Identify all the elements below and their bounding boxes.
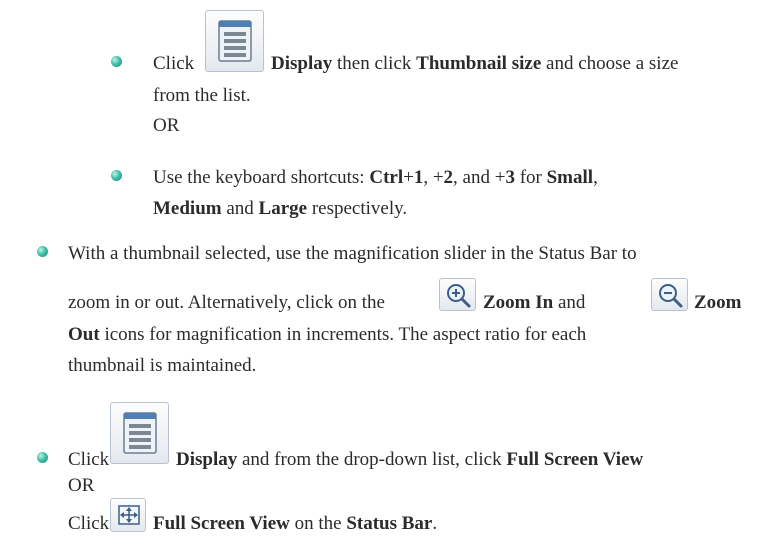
display-label: Display (271, 53, 333, 74)
zoom-in-icon[interactable] (439, 278, 476, 311)
instruction-line: Click (153, 53, 194, 75)
text: . (432, 513, 438, 534)
text: , + (423, 167, 444, 188)
key-1: 1 (413, 167, 424, 188)
instruction-line: from the list. (153, 85, 251, 106)
text: and choose a size (541, 53, 679, 74)
bullet-marker (37, 246, 48, 257)
text: for (514, 167, 547, 188)
text: zoom in or out. Alternatively, click on … (68, 292, 385, 313)
or-label: OR (153, 115, 180, 136)
text: Click (68, 513, 110, 534)
display-label: Display (176, 449, 238, 470)
display-icon[interactable] (110, 402, 169, 464)
bullet-marker (111, 56, 122, 67)
instruction-line: Full Screen View on the Status Bar. (153, 513, 437, 535)
bullet-marker (37, 452, 48, 463)
text: , (593, 167, 598, 188)
instruction-line: Zoom In and (483, 292, 585, 314)
text: icons for magnification in increments. T… (99, 324, 587, 345)
or-label: OR (68, 475, 95, 496)
medium-label: Medium (153, 198, 222, 219)
thumbnail-size-label: Thumbnail size (416, 53, 542, 74)
out-label: Out (68, 324, 100, 345)
instruction-line: Out icons for magnification in increment… (68, 324, 586, 346)
text: , and + (453, 167, 506, 188)
instruction-line: Display and from the drop-down list, cli… (176, 449, 643, 471)
ctrl-key: Ctrl (369, 167, 404, 188)
full-screen-icon[interactable] (110, 498, 146, 532)
instruction-line: Click (68, 513, 109, 535)
small-label: Small (546, 167, 594, 188)
large-label: Large (258, 198, 308, 219)
full-screen-view-label: Full Screen View (506, 449, 644, 470)
status-bar-label: Status Bar (346, 513, 433, 534)
text: Use the keyboard shortcuts: (153, 167, 370, 188)
text: on the (289, 513, 347, 534)
bullet-marker (111, 170, 122, 181)
text: and from the drop-down list, click (237, 449, 507, 470)
text: then click (332, 53, 417, 74)
text: respectively. (307, 198, 408, 219)
instruction-line: Use the keyboard shortcuts: Ctrl+1, +2, … (153, 167, 598, 189)
zoom-in-label: Zoom In (483, 292, 554, 313)
text: + (403, 167, 414, 188)
instruction-line: Medium and Large respectively. (153, 198, 407, 220)
instruction-line: zoom in or out. Alternatively, click on … (68, 292, 385, 314)
text: and (553, 292, 586, 313)
zoom-label: Zoom (694, 292, 742, 313)
instruction-line: Display then click Thumbnail size and ch… (271, 53, 678, 75)
full-screen-view-label: Full Screen View (153, 513, 290, 534)
instruction-line: Zoom (694, 292, 742, 314)
key-3: 3 (505, 167, 515, 188)
zoom-out-icon[interactable] (651, 278, 688, 311)
instruction-line: With a thumbnail selected, use the magni… (68, 243, 637, 264)
instruction-line: Click (68, 449, 109, 471)
text: Click (153, 53, 195, 74)
display-icon[interactable] (205, 10, 264, 72)
text: and (221, 198, 259, 219)
instruction-line: thumbnail is maintained. (68, 355, 257, 376)
key-2: 2 (443, 167, 454, 188)
text: Click (68, 449, 110, 470)
